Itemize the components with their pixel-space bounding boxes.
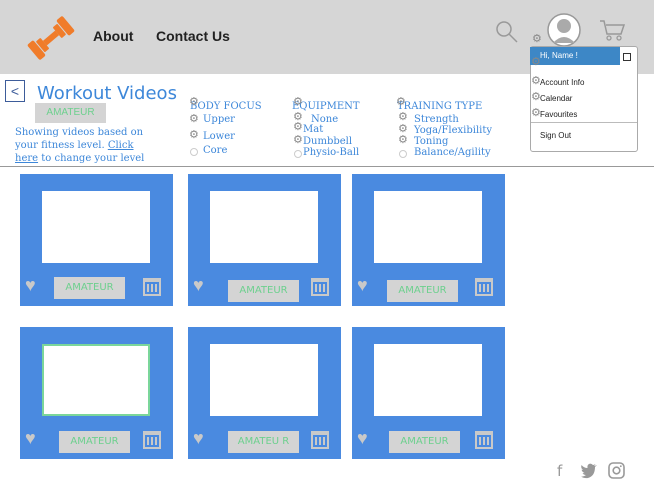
facebook-icon[interactable]: f [557, 462, 562, 480]
radio-balance[interactable] [399, 150, 407, 158]
calendar-icon[interactable] [311, 278, 329, 296]
video-thumbnail[interactable] [374, 344, 482, 416]
back-button[interactable]: < [5, 80, 25, 102]
gear-icon: ⚙ [396, 96, 406, 108]
avatar-icon[interactable] [546, 13, 582, 47]
level-tag: AMATEU R [228, 431, 299, 453]
video-thumbnail[interactable] [42, 191, 150, 263]
video-thumbnail[interactable] [210, 191, 318, 263]
gear-icon: ⚙ [531, 56, 541, 68]
gear-icon: ⚙ [398, 111, 408, 123]
filter-body-focus-title: BODY FOCUS [190, 101, 262, 112]
heart-icon[interactable]: ♥ [357, 428, 368, 449]
filter-option-balance[interactable]: Balance/Agility [414, 147, 491, 158]
level-text-tail: to change your level [41, 153, 145, 164]
menu-close-checkbox[interactable] [623, 53, 631, 61]
filter-option-dumbbell[interactable]: Dumbbell [303, 136, 352, 147]
video-thumbnail[interactable] [374, 191, 482, 263]
level-tag: AMATEUR [387, 280, 458, 302]
gear-icon: ⚙ [532, 33, 542, 45]
nav-about[interactable]: About [93, 28, 133, 44]
filter-option-core[interactable]: Core [203, 145, 227, 156]
heart-icon[interactable]: ♥ [25, 428, 36, 449]
radio-core[interactable] [190, 148, 198, 156]
filter-option-yoga[interactable]: Yoga/Flexibility [414, 125, 492, 136]
heart-icon[interactable]: ♥ [193, 428, 204, 449]
instagram-icon[interactable] [608, 462, 625, 479]
gear-icon: ⚙ [189, 113, 199, 125]
level-tag: AMATEUR [389, 431, 460, 453]
calendar-icon[interactable] [143, 278, 161, 296]
video-card[interactable]: ♥ AMATEU R [188, 327, 341, 459]
user-menu-greeting[interactable]: Hi, Name ! [530, 47, 620, 65]
filter-option-strength[interactable]: Strength [414, 114, 459, 125]
video-card[interactable]: ♥ AMATEUR [352, 327, 505, 459]
filter-option-mat[interactable]: Mat [303, 124, 323, 135]
calendar-icon[interactable] [475, 278, 493, 296]
gear-icon: ⚙ [189, 96, 199, 108]
nav-contact-us[interactable]: Contact Us [156, 28, 230, 44]
filter-training-type-title: TRAINING TYPE [397, 101, 483, 112]
heart-icon[interactable]: ♥ [25, 275, 36, 296]
calendar-icon[interactable] [475, 431, 493, 449]
filter-option-toning[interactable]: Toning [414, 136, 448, 147]
calendar-icon[interactable] [143, 431, 161, 449]
video-card[interactable]: ♥ AMATEUR [188, 174, 341, 306]
search-icon[interactable] [495, 20, 519, 44]
level-tag: AMATEUR [54, 277, 125, 299]
heart-icon[interactable]: ♥ [357, 275, 368, 296]
dumbbell-logo-icon[interactable] [24, 14, 78, 62]
level-badge: AMATEUR [35, 103, 106, 123]
gear-icon: ⚙ [189, 129, 199, 141]
heart-icon[interactable]: ♥ [193, 275, 204, 296]
menu-item-account-info[interactable]: Account Info [540, 78, 584, 87]
page-title: Workout Videos [37, 83, 177, 104]
level-tag: AMATEUR [59, 431, 130, 453]
twitter-icon[interactable] [580, 463, 598, 479]
level-tag: AMATEUR [228, 280, 299, 302]
menu-item-favourites[interactable]: Favourites [540, 110, 577, 119]
cart-icon[interactable] [598, 18, 626, 42]
calendar-icon[interactable] [311, 431, 329, 449]
section-divider [0, 166, 654, 167]
video-thumbnail[interactable] [210, 344, 318, 416]
filter-option-physio-ball[interactable]: Physio-Ball [303, 147, 359, 158]
menu-item-sign-out[interactable]: Sign Out [540, 131, 571, 140]
menu-divider [531, 122, 637, 123]
video-card[interactable]: ♥ AMATEUR [20, 327, 173, 459]
filter-option-upper[interactable]: Upper [203, 114, 235, 125]
video-card[interactable]: ♥ AMATEUR [20, 174, 173, 306]
gear-icon: ⚙ [398, 134, 408, 146]
video-thumbnail[interactable] [42, 344, 150, 416]
gear-icon: ⚙ [293, 96, 303, 108]
level-description: Showing videos based on your fitness lev… [15, 126, 150, 165]
menu-item-calendar[interactable]: Calendar [540, 94, 572, 103]
video-card[interactable]: ♥ AMATEUR [352, 174, 505, 306]
filter-option-lower[interactable]: Lower [203, 131, 235, 142]
radio-physio-ball[interactable] [294, 150, 302, 158]
